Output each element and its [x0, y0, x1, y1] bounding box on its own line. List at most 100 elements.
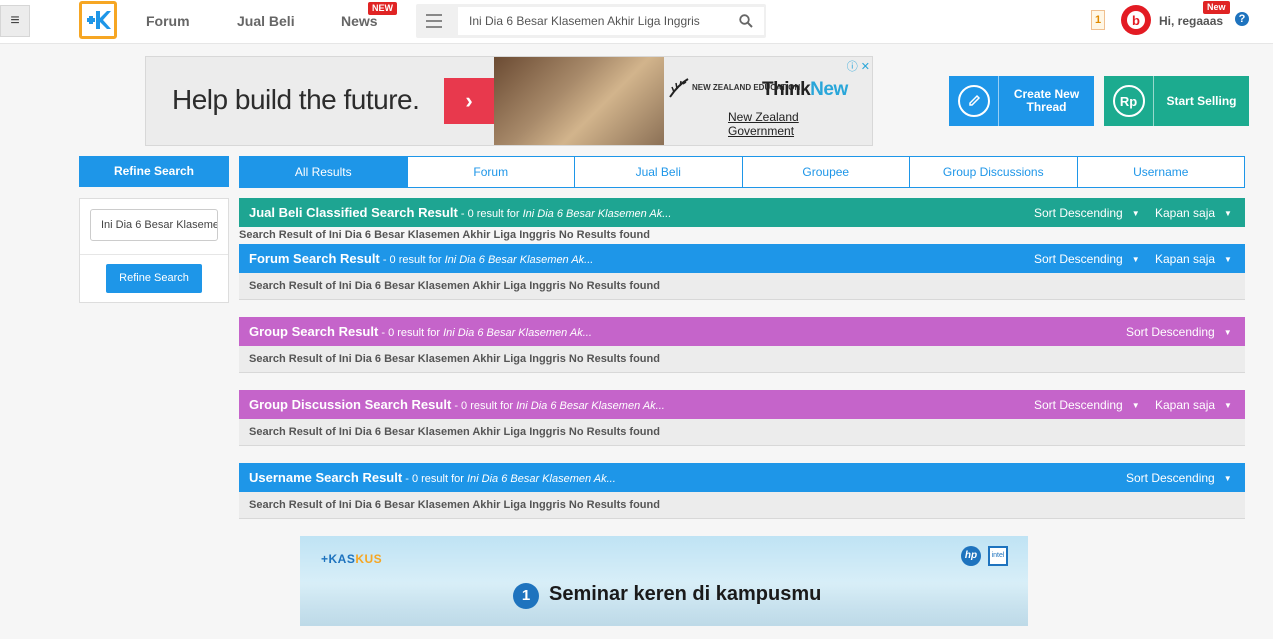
- notification-count[interactable]: 1: [1091, 10, 1105, 30]
- ad-kaskus-logo: +KASKUS: [321, 552, 382, 566]
- section-title: Jual Beli Classified Search Result - 0 r…: [249, 205, 671, 220]
- divider: [80, 254, 228, 255]
- jual-beli-result-header: Jual Beli Classified Search Result - 0 r…: [239, 198, 1245, 227]
- pencil-icon: [957, 85, 990, 117]
- hamburger-icon[interactable]: ≡: [0, 5, 30, 37]
- ad-step-number: 1: [513, 583, 539, 609]
- section-query: Ini Dia 6 Besar Klasemen Ak...: [516, 400, 665, 412]
- username-no-results: Search Result of Ini Dia 6 Besar Klaseme…: [239, 492, 1245, 519]
- refine-search-input[interactable]: [90, 209, 218, 241]
- start-selling-button[interactable]: Rp Start Selling: [1104, 76, 1249, 126]
- section-query: Ini Dia 6 Besar Klasemen Ak...: [444, 254, 594, 266]
- sort-label: Sort Descending: [1034, 252, 1123, 266]
- section-query: Ini Dia 6 Besar Klasemen Ak...: [443, 327, 592, 339]
- section-title-text: Group Search Result: [249, 324, 379, 339]
- ad-photo: [494, 57, 664, 145]
- bottom-ad-banner[interactable]: +KASKUS hp intel 1 Seminar keren di kamp…: [300, 536, 1028, 626]
- ad-brand-new: New: [810, 79, 848, 100]
- group-discussion-result-header: Group Discussion Search Result - 0 resul…: [239, 390, 1245, 419]
- group-no-results: Search Result of Ini Dia 6 Besar Klaseme…: [239, 346, 1245, 373]
- sort-label: Sort Descending: [1034, 206, 1123, 220]
- caret-down-icon: ▼: [1224, 401, 1232, 410]
- caret-down-icon: ▼: [1223, 328, 1232, 337]
- sort-dropdown[interactable]: Sort Descending ▼: [1034, 206, 1140, 220]
- search-button[interactable]: [728, 7, 764, 35]
- ad-brand-think: Think: [762, 79, 811, 100]
- tab-group-discussions[interactable]: Group Discussions: [910, 157, 1078, 187]
- kaskus-k-icon: [87, 11, 111, 29]
- caret-down-icon: ▼: [1131, 255, 1140, 264]
- ad-close-icon[interactable]: ⓘ ✕: [847, 58, 870, 74]
- time-dropdown[interactable]: Kapan saja ▼: [1155, 398, 1232, 412]
- nav-forum-link[interactable]: Forum: [146, 13, 190, 29]
- search-icon: [739, 14, 753, 28]
- help-icon[interactable]: ?: [1235, 12, 1249, 26]
- top-navbar: ≡ Forum Jual Beli News NEW 1 b New Hi, r…: [0, 0, 1273, 44]
- tab-groupee[interactable]: Groupee: [743, 157, 910, 187]
- forum-result-header: Forum Search Result - 0 result for Ini D…: [239, 244, 1245, 273]
- ad-brand-block: NEW ZEALAND EDUCATION ThinkNew New Zeala…: [668, 77, 868, 138]
- time-dropdown[interactable]: Kapan saja ▼: [1155, 252, 1232, 266]
- section-title: Group Search Result - 0 result for Ini D…: [249, 324, 592, 339]
- sort-label: Sort Descending: [1126, 325, 1215, 339]
- rupiah-icon: Rp: [1112, 85, 1145, 117]
- ad-bottom-text: Seminar keren di kampusmu: [549, 583, 822, 605]
- username-result-header: Username Search Result - 0 result for In…: [239, 463, 1245, 492]
- refine-search-panel: Refine Search: [79, 198, 229, 303]
- ad-headline: Help build the future.: [172, 84, 420, 115]
- time-label: Kapan saja: [1155, 252, 1216, 266]
- group-discussion-no-results: Search Result of Ini Dia 6 Besar Klaseme…: [239, 419, 1245, 446]
- tab-jual-beli[interactable]: Jual Beli: [575, 157, 743, 187]
- fern-icon: [669, 78, 689, 98]
- sort-label: Sort Descending: [1126, 471, 1215, 485]
- tab-all-results[interactable]: All Results: [240, 157, 408, 187]
- section-title: Username Search Result - 0 result for In…: [249, 470, 616, 485]
- section-count: - 0 result for: [379, 254, 445, 266]
- ad-kaskus-logo-a: +KAS: [321, 552, 356, 566]
- caret-down-icon: ▼: [1131, 209, 1140, 218]
- search-bar: [416, 4, 766, 38]
- section-query: Ini Dia 6 Besar Klasemen Ak...: [522, 208, 672, 220]
- section-count: - 0 result for: [451, 400, 517, 412]
- section-count: - 0 result for: [457, 208, 523, 220]
- pencil-icon-wrap: [949, 76, 999, 126]
- jual-beli-no-results: Search Result of Ini Dia 6 Besar Klaseme…: [239, 229, 650, 241]
- section-count: - 0 result for: [378, 327, 444, 339]
- sort-label: Sort Descending: [1034, 398, 1123, 412]
- time-dropdown[interactable]: Kapan saja ▼: [1155, 206, 1232, 220]
- group-result-header: Group Search Result - 0 result for Ini D…: [239, 317, 1245, 346]
- nav-news-link[interactable]: News: [341, 13, 378, 29]
- hp-logo-icon: hp: [961, 546, 981, 566]
- caret-down-icon: ▼: [1131, 401, 1140, 410]
- create-thread-button[interactable]: Create New Thread: [949, 76, 1094, 126]
- search-input[interactable]: [458, 7, 728, 35]
- section-count: - 0 result for: [402, 473, 467, 485]
- search-category-menu-icon[interactable]: [426, 14, 442, 28]
- refine-search-button[interactable]: Refine Search: [106, 264, 202, 293]
- avatar[interactable]: b: [1121, 5, 1151, 35]
- sort-dropdown[interactable]: Sort Descending ▼: [1126, 471, 1232, 485]
- ad-arrow-icon[interactable]: ›: [444, 78, 494, 124]
- section-title-text: Username Search Result: [249, 470, 403, 485]
- forum-no-results: Search Result of Ini Dia 6 Besar Klaseme…: [239, 273, 1245, 300]
- tab-username[interactable]: Username: [1078, 157, 1245, 187]
- section-title: Forum Search Result - 0 result for Ini D…: [249, 251, 593, 266]
- sort-dropdown[interactable]: Sort Descending ▼: [1034, 252, 1140, 266]
- avatar-logo-icon: b: [1127, 11, 1145, 29]
- top-ad-banner[interactable]: Help build the future. › NEW ZEALAND EDU…: [145, 56, 873, 146]
- news-new-badge: NEW: [368, 2, 397, 15]
- section-title-text: Group Discussion Search Result: [249, 397, 452, 412]
- nav-jual-beli-link[interactable]: Jual Beli: [237, 13, 295, 29]
- section-title: Group Discussion Search Result - 0 resul…: [249, 397, 665, 412]
- caret-down-icon: ▼: [1224, 255, 1232, 264]
- sort-dropdown[interactable]: Sort Descending ▼: [1034, 398, 1140, 412]
- ad-brand-gov: New Zealand Government: [728, 110, 799, 138]
- sort-dropdown[interactable]: Sort Descending ▼: [1126, 325, 1232, 339]
- refine-search-header: Refine Search: [79, 156, 229, 187]
- tab-forum[interactable]: Forum: [408, 157, 575, 187]
- result-tabs: All Results Forum Jual Beli Groupee Grou…: [239, 156, 1245, 188]
- ad-brand-thinknew: ThinkNew: [762, 79, 848, 101]
- intel-logo-icon: intel: [988, 546, 1008, 566]
- kaskus-logo[interactable]: [79, 1, 117, 39]
- user-greeting[interactable]: Hi, regaaas: [1159, 14, 1223, 28]
